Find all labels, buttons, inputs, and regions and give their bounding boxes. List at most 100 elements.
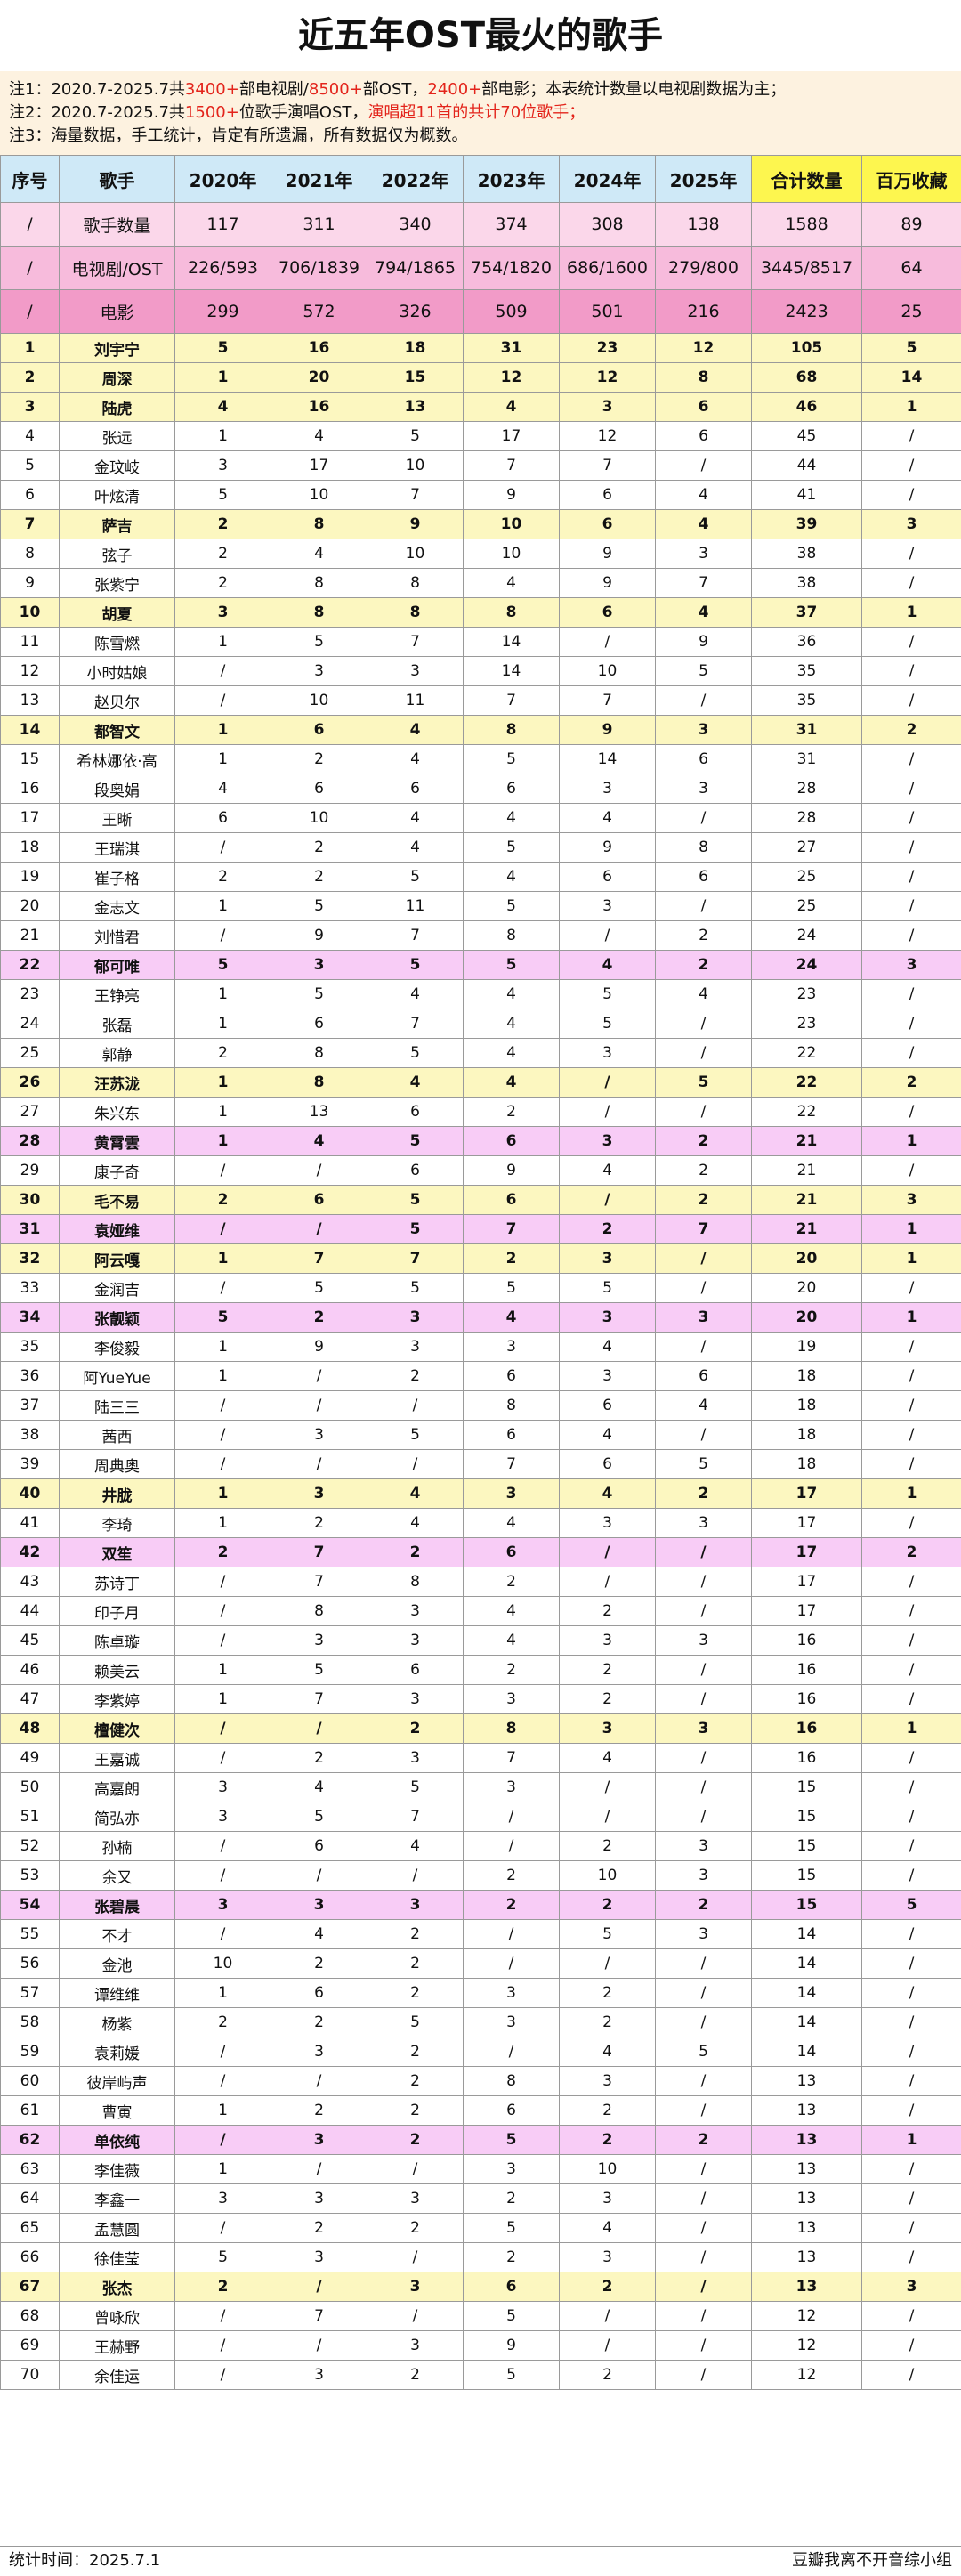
table-row: 5金玟岐3171077/44/ — [1, 451, 961, 481]
table-cell: 1 — [175, 422, 271, 451]
table-cell: 7 — [271, 1244, 367, 1274]
table-cell: / — [175, 2214, 271, 2243]
table-cell: 6 — [367, 1098, 464, 1127]
table-cell: / — [175, 1274, 271, 1303]
table-cell: 4 — [367, 1068, 464, 1098]
table-cell: 4 — [271, 1920, 367, 1949]
table-cell: 7 — [560, 686, 656, 716]
table-cell: 8 — [464, 1391, 560, 1421]
table-cell: 24 — [1, 1009, 60, 1039]
table-cell: / — [367, 2155, 464, 2184]
table-cell: / — [862, 1802, 961, 1832]
table-cell: 2 — [271, 833, 367, 863]
table-cell: 21 — [752, 1186, 862, 1215]
table-cell: 4 — [464, 393, 560, 422]
table-cell: / — [862, 2184, 961, 2214]
table-cell: 15 — [752, 1802, 862, 1832]
table-cell: 3 — [271, 2184, 367, 2214]
table-row: 15希林娜依·高124514631/ — [1, 745, 961, 774]
singer-name-cell: 王晰 — [60, 804, 175, 833]
table-cell: / — [560, 1773, 656, 1802]
table-row: 3陆虎41613436461 — [1, 393, 961, 422]
table-cell: / — [862, 833, 961, 863]
table-cell: 4 — [464, 1039, 560, 1068]
table-cell: 47 — [1, 1685, 60, 1714]
table-cell: 5 — [656, 1068, 752, 1098]
table-row: 59袁莉媛/32/4514/ — [1, 2037, 961, 2067]
table-cell: 55 — [1, 1920, 60, 1949]
table-cell: / — [367, 2302, 464, 2331]
table-cell: 4 — [464, 569, 560, 598]
table-cell: 2 — [271, 2008, 367, 2037]
table-cell: 7 — [464, 1744, 560, 1773]
table-cell: 2 — [464, 2184, 560, 2214]
table-cell: 4 — [560, 1421, 656, 1450]
table-cell: / — [862, 628, 961, 657]
table-cell: / — [271, 2331, 367, 2361]
table-cell: 38 — [1, 1421, 60, 1450]
table-cell: 9 — [464, 481, 560, 510]
note-2: 注2：2020.7-2025.7共1500+位歌手演唱OST，演唱超11首的共计… — [9, 101, 952, 125]
table-cell: 7 — [464, 686, 560, 716]
table-cell: / — [175, 2302, 271, 2331]
table-cell: 62 — [1, 2126, 60, 2155]
table-cell: 13 — [271, 1098, 367, 1127]
table-cell: 2 — [175, 2272, 271, 2302]
table-cell: 10 — [464, 539, 560, 569]
table-cell: 51 — [1, 1802, 60, 1832]
table-cell: 6 — [464, 1538, 560, 1567]
table-cell: 4 — [560, 1156, 656, 1186]
table-cell: 3 — [464, 2008, 560, 2037]
note-segment: 注3：海量数据，手工统计，肯定有所遗漏，所有数据仅为概数。 — [9, 126, 467, 145]
table-cell: 18 — [1, 833, 60, 863]
singer-name-cell: 李俊毅 — [60, 1333, 175, 1362]
table-cell: 4 — [367, 833, 464, 863]
table-cell: 3 — [464, 2155, 560, 2184]
table-cell: / — [862, 1685, 961, 1714]
table-cell: / — [271, 2155, 367, 2184]
source-credit: 豆瓣我离不开音综小组 — [792, 2547, 952, 2575]
table-cell: / — [175, 1832, 271, 1861]
column-header: 2023年 — [464, 156, 560, 203]
table-cell: 3 — [464, 1773, 560, 1802]
table-cell: 6 — [271, 716, 367, 745]
table-cell: 2 — [560, 1832, 656, 1861]
singer-name-cell: 金润吉 — [60, 1274, 175, 1303]
table-cell: 1 — [175, 628, 271, 657]
table-cell: 7 — [271, 1538, 367, 1567]
table-cell: 20 — [752, 1244, 862, 1274]
ost-singer-table: 序号歌手2020年2021年2022年2023年2024年2025年合计数量百万… — [0, 155, 961, 2390]
table-cell: / — [656, 1009, 752, 1039]
table-cell: 2 — [560, 2126, 656, 2155]
table-cell: 3 — [560, 1714, 656, 1744]
table-cell: / — [560, 1538, 656, 1567]
table-cell: 16 — [752, 1656, 862, 1685]
table-cell: 2 — [1, 363, 60, 393]
table-cell: 30 — [1, 1186, 60, 1215]
summary-cell: 279/800 — [656, 247, 752, 290]
table-cell: 2 — [175, 863, 271, 892]
singer-name-cell: 印子月 — [60, 1597, 175, 1626]
table-cell: 5 — [656, 1450, 752, 1479]
summary-cell: 25 — [862, 290, 961, 334]
table-cell: / — [560, 921, 656, 951]
table-cell: 70 — [1, 2361, 60, 2390]
singer-name-cell: 余又 — [60, 1861, 175, 1891]
table-cell: 3 — [464, 1333, 560, 1362]
table-cell: 8 — [271, 1597, 367, 1626]
singer-name-cell: 阿YueYue — [60, 1362, 175, 1391]
table-cell: 5 — [271, 1802, 367, 1832]
table-cell: 2 — [560, 1656, 656, 1685]
table-cell: 4 — [367, 1509, 464, 1538]
table-cell: 9 — [656, 628, 752, 657]
table-cell: 23 — [752, 980, 862, 1009]
singer-name-cell: 郁可唯 — [60, 951, 175, 980]
table-cell: / — [656, 1538, 752, 1567]
table-cell: 2 — [862, 1538, 961, 1567]
table-cell: 8 — [464, 2067, 560, 2096]
table-cell: 16 — [752, 1685, 862, 1714]
table-cell: 23 — [752, 1009, 862, 1039]
table-cell: / — [656, 2096, 752, 2126]
table-cell: 12 — [752, 2331, 862, 2361]
table-cell: 15 — [367, 363, 464, 393]
